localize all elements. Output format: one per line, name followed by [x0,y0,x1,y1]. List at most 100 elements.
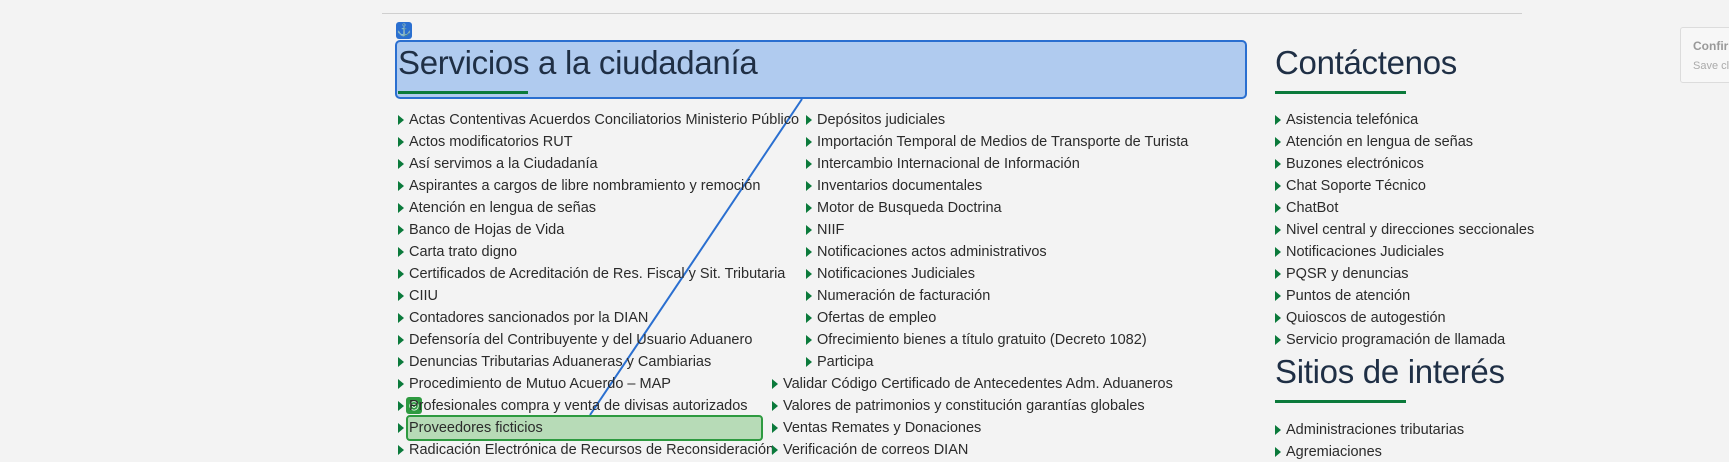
services-item-link[interactable]: Numeración de facturación [806,286,990,306]
services-item-link[interactable]: Atención en lengua de señas [398,198,596,218]
services-item-link[interactable]: Radicación Electrónica de Recursos de Re… [398,440,774,460]
services-item-label: Contadores sancionados por la DIAN [409,310,649,326]
caret-right-icon [772,401,778,411]
services-item-link[interactable]: Aspirantes a cargos de libre nombramient… [398,176,760,196]
services-item-link[interactable]: Notificaciones actos administrativos [806,242,1047,262]
caret-right-icon [398,423,404,433]
contact-item-label: Puntos de atención [1286,288,1411,304]
services-item-link[interactable]: Motor de Busqueda Doctrina [806,198,1002,218]
caret-right-icon [806,269,812,279]
services-item-label: Notificaciones actos administrativos [817,244,1047,260]
services-item-label: Valores de patrimonios y constitución ga… [783,398,1145,414]
caret-right-icon [806,181,812,191]
caret-right-icon [398,269,404,279]
caret-right-icon [1275,181,1281,191]
caret-right-icon [1275,291,1281,301]
services-item-link[interactable]: Proveedores ficticios [398,418,543,438]
services-item-label: Depósitos judiciales [817,112,946,128]
services-item-label: Carta trato digno [409,244,518,260]
contact-item-link[interactable]: Chat Soporte Técnico [1275,176,1426,196]
services-item-link[interactable]: Ofrecimiento bienes a título gratuito (D… [806,330,1147,350]
services-item-link[interactable]: Carta trato digno [398,242,517,262]
contact-item-link[interactable]: Puntos de atención [1275,286,1410,306]
caret-right-icon [398,203,404,213]
caret-right-icon [1275,137,1281,147]
contact-item-link[interactable]: ChatBot [1275,198,1338,218]
services-item-link[interactable]: Banco de Hojas de Vida [398,220,564,240]
caret-right-icon [806,159,812,169]
services-item-link[interactable]: Ofertas de empleo [806,308,936,328]
contact-item-link[interactable]: Nivel central y direcciones seccionales [1275,220,1534,240]
caret-right-icon [806,357,812,367]
services-item-link[interactable]: Notificaciones Judiciales [806,264,975,284]
services-item-label: Denuncias Tributarias Aduaneras y Cambia… [409,354,712,370]
services-item-label: Motor de Busqueda Doctrina [817,200,1002,216]
services-title: Servicios a la ciudadanía [398,44,758,81]
services-item-label: Ofertas de empleo [817,310,937,326]
services-item-link[interactable]: Actas Contentivas Acuerdos Conciliatorio… [398,110,799,130]
caret-right-icon [806,313,812,323]
caret-right-icon [806,225,812,235]
services-item-label: Así servimos a la Ciudadanía [409,156,598,172]
services-item-link[interactable]: Certificados de Acreditación de Res. Fis… [398,264,785,284]
services-item-label: Actas Contentivas Acuerdos Conciliatorio… [409,112,800,128]
caret-right-icon [772,379,778,389]
anchor-icon: ⚓ [396,22,412,39]
caret-right-icon [398,225,404,235]
caret-right-icon [1275,269,1281,279]
caret-right-icon [1275,447,1281,457]
caret-right-icon [1275,203,1281,213]
contact-item-link[interactable]: Quioscos de autogestión [1275,308,1446,328]
contact-item-link[interactable]: Atención en lengua de señas [1275,132,1473,152]
services-item-link[interactable]: Verificación de correos DIAN [772,440,968,460]
services-item-link[interactable]: Inventarios documentales [806,176,982,196]
contact-item-label: PQSR y denuncias [1286,266,1409,282]
contact-item-label: Asistencia telefónica [1286,112,1419,128]
caret-right-icon [772,423,778,433]
services-item-label: Ofrecimiento bienes a título gratuito (D… [817,332,1147,348]
contact-item-link[interactable]: Notificaciones Judiciales [1275,242,1444,262]
services-item-label: Profesionales compra y venta de divisas … [409,398,748,414]
services-item-link[interactable]: Validar Código Certificado de Antecedent… [772,374,1173,394]
services-item-label: Importación Temporal de Medios de Transp… [817,134,1189,150]
contact-item-label: Servicio programación de llamada [1286,332,1506,348]
services-item-link[interactable]: Depósitos judiciales [806,110,945,130]
contact-item-link[interactable]: Servicio programación de llamada [1275,330,1505,350]
contact-item-link[interactable]: Asistencia telefónica [1275,110,1418,130]
services-item-link[interactable]: Así servimos a la Ciudadanía [398,154,598,174]
services-item-link[interactable]: Valores de patrimonios y constitución ga… [772,396,1145,416]
services-item-label: Banco de Hojas de Vida [409,222,565,238]
caret-right-icon [398,181,404,191]
services-item-label: Notificaciones Judiciales [817,266,975,282]
sites-title: Sitios de interés [1275,353,1505,390]
caret-right-icon [398,335,404,345]
services-item-link[interactable]: Ventas Remates y Donaciones [772,418,981,438]
confirm-toast[interactable]: Confir Save cl [1680,27,1729,83]
caret-right-icon [398,401,404,411]
services-item-link[interactable]: Profesionales compra y venta de divisas … [398,396,748,416]
caret-right-icon [1275,335,1281,345]
caret-right-icon [1275,313,1281,323]
services-item-link[interactable]: NIIF [806,220,844,240]
services-item-link[interactable]: Denuncias Tributarias Aduaneras y Cambia… [398,352,711,372]
contact-item-link[interactable]: PQSR y denuncias [1275,264,1409,284]
caret-right-icon [806,335,812,345]
services-item-link[interactable]: Participa [806,352,873,372]
caret-right-icon [398,137,404,147]
services-item-link[interactable]: Importación Temporal de Medios de Transp… [806,132,1188,152]
services-item-label: Radicación Electrónica de Recursos de Re… [409,442,775,458]
contact-item-link[interactable]: Buzones electrónicos [1275,154,1424,174]
services-item-link[interactable]: Defensoría del Contribuyente y del Usuar… [398,330,752,350]
services-item-link[interactable]: Actos modificatorios RUT [398,132,573,152]
services-item-link[interactable]: CIIU [398,286,438,306]
caret-right-icon [1275,159,1281,169]
services-item-link[interactable]: Procedimiento de Mutuo Acuerdo – MAP [398,374,671,394]
services-item-link[interactable]: Intercambio Internacional de Información [806,154,1080,174]
sites-item-link[interactable]: Administraciones tributarias [1275,420,1464,440]
sites-item-label: Agremiaciones [1286,444,1382,460]
services-item-label: Proveedores ficticios [409,420,543,436]
sites-item-link[interactable]: Agremiaciones [1275,442,1382,462]
services-item-link[interactable]: Contadores sancionados por la DIAN [398,308,648,328]
caret-right-icon [806,203,812,213]
caret-right-icon [1275,225,1281,235]
